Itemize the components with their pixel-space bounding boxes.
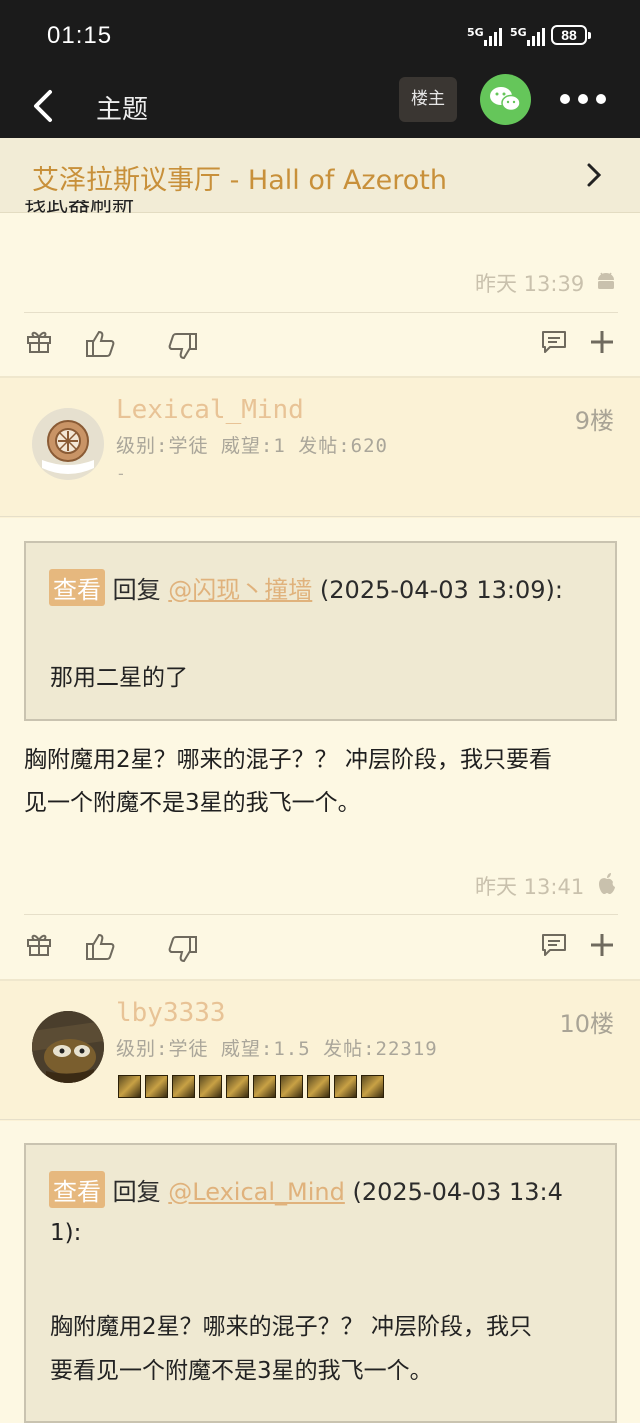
divider: [0, 516, 640, 517]
quote-header: 查看 回复 @Lexical_Mind (2025-04-03 13:4: [49, 1171, 563, 1208]
signal-icon: [484, 26, 502, 46]
username[interactable]: lby3333: [116, 998, 226, 1028]
badge-icon[interactable]: [334, 1075, 357, 1098]
status-bar: 01:15 5G 5G 88: [0, 0, 640, 76]
op-only-button[interactable]: 楼主: [399, 77, 457, 122]
thumbs-down-icon[interactable]: [167, 933, 199, 965]
comment-icon[interactable]: [540, 328, 568, 356]
badge-icon[interactable]: [172, 1075, 195, 1098]
quote-text: 胸附魔用2星？哪来的混子？？ 冲层阶段，我只: [50, 1314, 532, 1340]
badge-icon[interactable]: [280, 1075, 303, 1098]
apple-icon: [599, 873, 615, 894]
user-info: 级别:学徒 威望:1.5 发帖:22319: [116, 1038, 438, 1060]
forum-name: 艾泽拉斯议事厅 - Hall of Azeroth: [32, 165, 447, 196]
quote-datetime-cont: 1):: [50, 1220, 82, 1246]
badge-icon[interactable]: [307, 1075, 330, 1098]
badge-icon[interactable]: [145, 1075, 168, 1098]
post-body: 胸附魔用2星？哪来的混子？？ 冲层阶段，我只要看 见一个附魔不是3星的我飞一个。: [24, 739, 618, 825]
floor-number: 10楼: [559, 1010, 614, 1038]
quote-text: 那用二星的了: [50, 665, 188, 691]
chevron-right-icon: [587, 163, 602, 187]
user-signature: -: [118, 464, 124, 483]
avatar[interactable]: [32, 408, 104, 480]
wechat-icon[interactable]: [480, 74, 531, 125]
badge-icon[interactable]: [118, 1075, 141, 1098]
badge-icon[interactable]: [226, 1075, 249, 1098]
quote-datetime: (2025-04-03 13:09):: [319, 576, 564, 604]
gift-icon[interactable]: [25, 930, 53, 958]
badge-icon[interactable]: [253, 1075, 276, 1098]
floor-number: 9楼: [574, 407, 614, 435]
view-quote-button[interactable]: 查看: [49, 569, 105, 606]
back-icon[interactable]: [30, 86, 60, 126]
quote-block: 查看 回复 @闪现丶撞墙 (2025-04-03 13:09): 那用二星的了: [24, 541, 617, 721]
badge-icon[interactable]: [361, 1075, 384, 1098]
quote-mention-link[interactable]: @闪现丶撞墙: [168, 576, 312, 604]
gift-icon[interactable]: [25, 327, 53, 355]
clipped-post-text: 钱武器刷新: [24, 200, 135, 214]
badge-icon[interactable]: [199, 1075, 222, 1098]
divider: [24, 914, 618, 915]
signal-label-1: 5G: [467, 26, 484, 39]
quote-block: 查看 回复 @Lexical_Mind (2025-04-03 13:4 1):…: [24, 1143, 617, 1423]
comment-icon[interactable]: [540, 931, 568, 959]
android-icon: [598, 272, 614, 289]
quote-text: 要看见一个附魔不是3星的我飞一个。: [50, 1358, 433, 1384]
username[interactable]: Lexical_Mind: [116, 395, 304, 425]
post-header: lby3333 级别:学徒 威望:1.5 发帖:22319 10楼: [0, 981, 640, 1121]
more-icon[interactable]: [560, 94, 606, 104]
status-time: 01:15: [47, 22, 113, 49]
view-quote-button[interactable]: 查看: [49, 1171, 105, 1208]
page-title: 主题: [96, 95, 149, 125]
plus-icon[interactable]: [589, 932, 615, 958]
post-time: 昨天 13:41: [475, 875, 585, 899]
quote-prefix: 回复: [112, 1178, 161, 1206]
plus-icon[interactable]: [589, 329, 615, 355]
quote-header: 查看 回复 @闪现丶撞墙 (2025-04-03 13:09):: [49, 569, 563, 606]
nav-bar: 主题 楼主: [0, 74, 640, 138]
quote-mention-link[interactable]: @Lexical_Mind: [168, 1178, 345, 1206]
thumbs-up-icon[interactable]: [84, 328, 116, 360]
signal-icon-2: [527, 26, 545, 46]
divider: [24, 312, 618, 313]
battery-icon: 88: [551, 25, 591, 45]
post-header: Lexical_Mind 级别:学徒 威望:1 发帖:620 - 9楼: [0, 378, 640, 518]
thumbs-down-icon[interactable]: [167, 330, 199, 362]
quote-prefix: 回复: [112, 576, 161, 604]
user-info: 级别:学徒 威望:1 发帖:620: [116, 435, 388, 457]
post-body-line: 胸附魔用2星？哪来的混子？？ 冲层阶段，我只要看: [24, 747, 552, 773]
signal-label-2: 5G: [510, 26, 527, 39]
battery-level: 88: [561, 27, 577, 43]
post-time: 昨天 13:39: [475, 272, 585, 296]
post-body-line: 见一个附魔不是3星的我飞一个。: [24, 790, 361, 816]
avatar[interactable]: [32, 1011, 104, 1083]
divider: [0, 1119, 640, 1120]
user-badges: [118, 1075, 384, 1098]
quote-datetime: (2025-04-03 13:4: [352, 1178, 563, 1206]
thumbs-up-icon[interactable]: [84, 931, 116, 963]
